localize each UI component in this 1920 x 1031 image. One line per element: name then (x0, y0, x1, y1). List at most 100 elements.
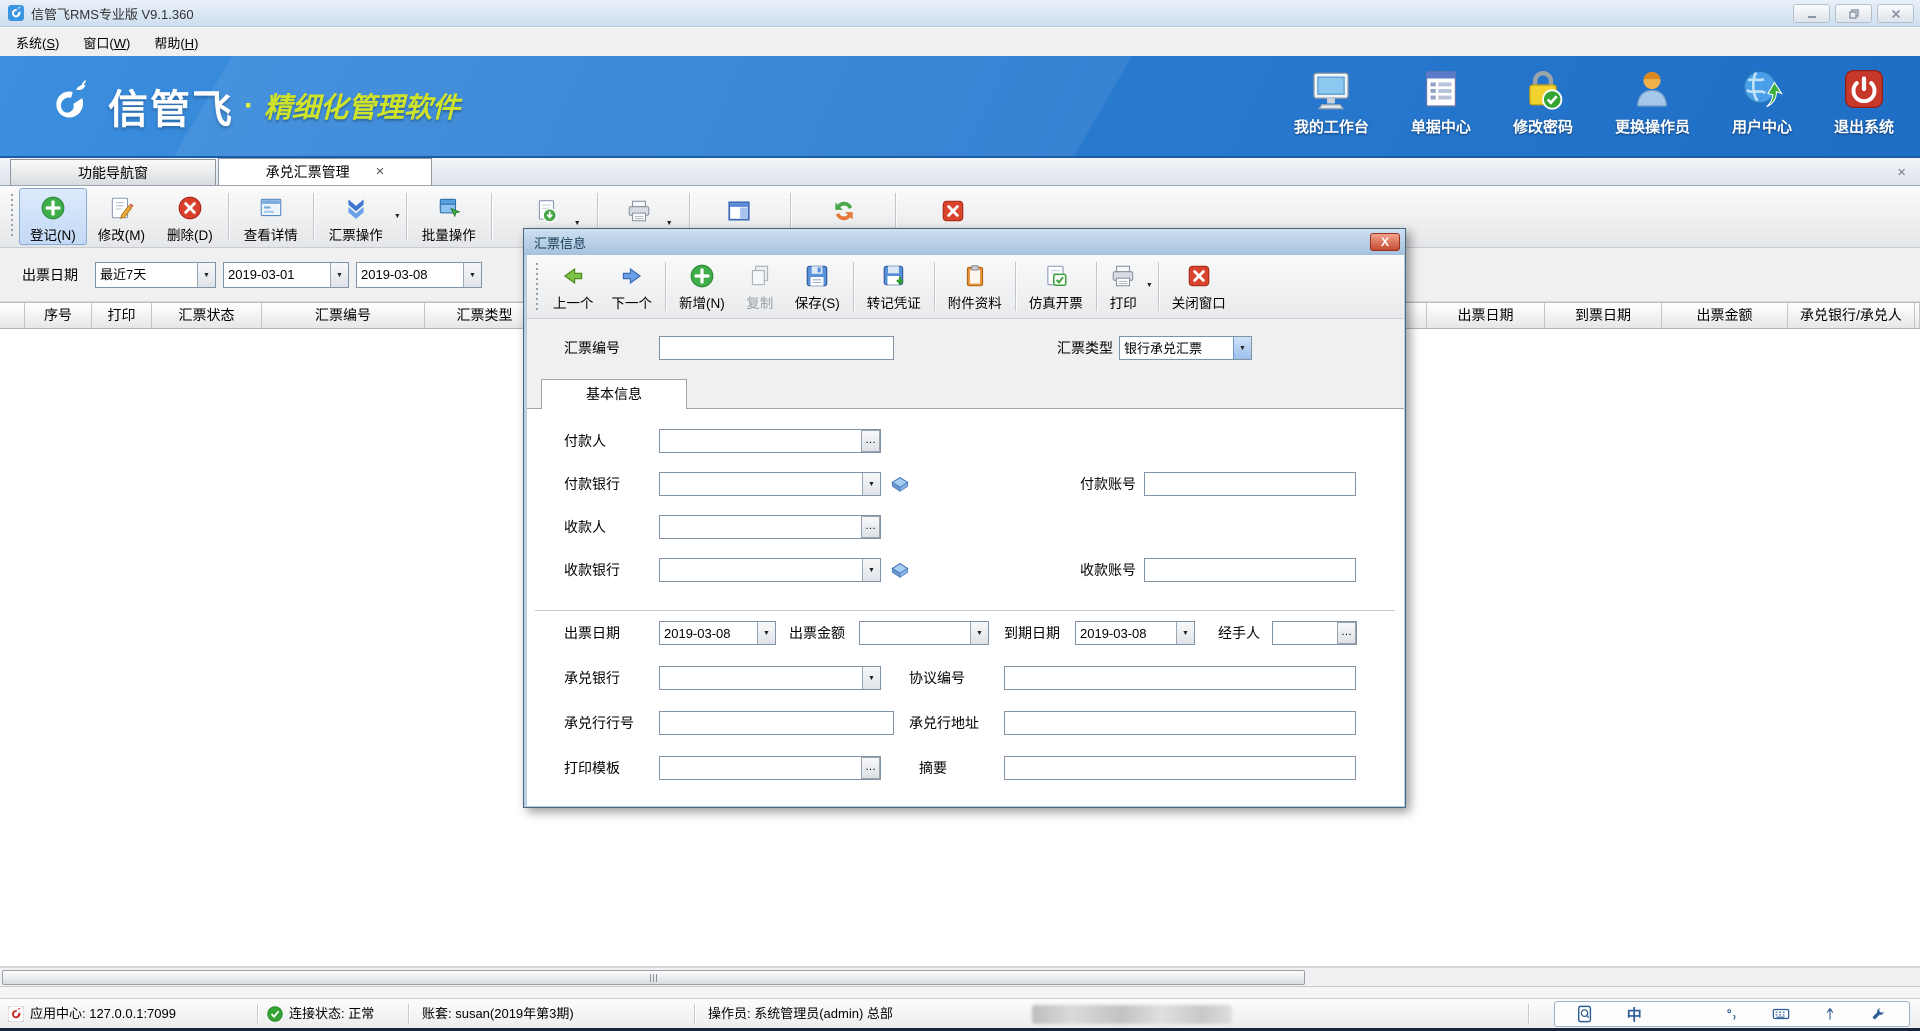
payer-account-input[interactable] (1144, 472, 1356, 496)
tab-nav-window[interactable]: 功能导航窗 (10, 159, 216, 185)
ime-moon-icon[interactable] (1672, 1003, 1694, 1025)
payee-bank-book-icon[interactable] (889, 558, 913, 582)
register-button[interactable]: 登记(N) (19, 188, 87, 245)
payer-input[interactable] (659, 429, 881, 453)
power-icon (1843, 68, 1885, 110)
user-center-button[interactable]: 用户中心 (1732, 68, 1792, 137)
menu-window[interactable]: 窗口(W) (71, 29, 142, 56)
dialog-titlebar[interactable]: 汇票信息 X (524, 229, 1405, 255)
due-date-combo[interactable]: 2019-03-08 ▼ (1075, 621, 1195, 645)
bill-no-input[interactable] (659, 336, 894, 360)
payee-bank-combo[interactable]: ▼ (659, 558, 881, 582)
payer-bank-book-icon[interactable] (889, 472, 913, 496)
ime-punctuation-icon[interactable] (1721, 1003, 1743, 1025)
grid-header-status[interactable]: 汇票状态 (152, 303, 262, 328)
tabstrip-close-icon[interactable]: × (1897, 164, 1906, 181)
grid-header-acceptbank[interactable]: 承兑银行/承兑人 (1788, 303, 1915, 328)
document-list-icon (1420, 68, 1462, 110)
accept-bank-combo[interactable]: ▼ (659, 666, 881, 690)
date-preset-combo[interactable]: 最近7天 ▼ (95, 262, 216, 288)
dropdown-arrow-icon[interactable]: ▼ (970, 622, 988, 644)
brand-name: 信管飞 (108, 77, 234, 135)
post-voucher-button[interactable]: 转记凭证 (858, 257, 930, 316)
previous-button[interactable]: 上一个 (544, 257, 603, 316)
tab-acceptance-bill[interactable]: 承兑汇票管理 × (218, 158, 432, 185)
dropdown-arrow-icon[interactable]: ▼ (862, 559, 880, 581)
grid-header-seq[interactable]: 序号 (25, 303, 92, 328)
grid-header-arrivedate[interactable]: 到票日期 (1545, 303, 1662, 328)
floppy-arrow-icon (881, 263, 907, 289)
view-details-button[interactable]: 查看详情 (233, 188, 309, 245)
dialog-toolbar-grip[interactable] (534, 263, 539, 310)
ime-mode-indicator[interactable]: 中 (1623, 1003, 1645, 1025)
exit-system-button[interactable]: 退出系统 (1834, 68, 1894, 137)
tab-basic-info[interactable]: 基本信息 (541, 379, 687, 409)
tab-close-icon[interactable]: × (376, 167, 385, 177)
dropdown-arrow-icon[interactable]: ▼ (1233, 337, 1251, 359)
batch-operations-button[interactable]: 批量操作 (411, 188, 487, 245)
close-window-button[interactable]: 关闭窗口 (1163, 257, 1235, 316)
switch-operator-button[interactable]: 更换操作员 (1615, 68, 1690, 137)
date-from-combo[interactable]: 2019-03-01 ▼ (223, 262, 349, 288)
menu-help[interactable]: 帮助(H) (142, 29, 210, 56)
summary-input[interactable] (1004, 756, 1356, 780)
close-button[interactable] (1877, 4, 1914, 23)
print-template-lookup-button[interactable]: … (861, 757, 880, 779)
dialog-close-button[interactable]: X (1370, 233, 1400, 251)
bill-operations-caret-icon[interactable]: ▼ (394, 213, 401, 220)
ime-logo-icon[interactable] (1574, 1003, 1596, 1025)
dropdown-arrow-icon[interactable]: ▼ (862, 473, 880, 495)
attachments-button[interactable]: 附件资料 (939, 257, 1011, 316)
issue-date-combo[interactable]: 2019-03-08 ▼ (659, 621, 776, 645)
document-check-icon (1043, 263, 1069, 289)
payee-account-input[interactable] (1144, 558, 1356, 582)
ime-symbols-icon[interactable] (1819, 1003, 1841, 1025)
print-template-input[interactable] (659, 756, 881, 780)
menu-system[interactable]: 系统(S) (4, 29, 71, 56)
accept-bank-addr-input[interactable] (1004, 711, 1356, 735)
grid-header-print[interactable]: 打印 (92, 303, 152, 328)
restore-button[interactable] (1835, 4, 1872, 23)
dropdown-arrow-icon[interactable]: ▼ (862, 667, 880, 689)
scrollbar-thumb[interactable] (2, 970, 1305, 985)
bill-operations-button[interactable]: 汇票操作 ▼ (318, 188, 402, 245)
accept-bank-no-input[interactable] (659, 711, 894, 735)
bill-type-label: 汇票类型 (1057, 336, 1113, 360)
new-button[interactable]: 新增(N) (670, 257, 734, 316)
change-password-button[interactable]: 修改密码 (1513, 68, 1573, 137)
grid-header-amount[interactable]: 出票金额 (1662, 303, 1788, 328)
horizontal-scrollbar[interactable] (0, 967, 1920, 987)
simulate-invoice-button[interactable]: 仿真开票 (1020, 257, 1092, 316)
grid-header-billno[interactable]: 汇票编号 (262, 303, 425, 328)
date-to-combo[interactable]: 2019-03-08 ▼ (356, 262, 482, 288)
toolbar-grip[interactable] (9, 194, 14, 239)
dropdown-arrow-icon[interactable]: ▼ (330, 263, 348, 287)
dropdown-arrow-icon[interactable]: ▼ (757, 622, 775, 644)
dialog-print-caret-icon[interactable]: ▼ (1146, 282, 1153, 289)
modify-button[interactable]: 修改(M) (87, 188, 156, 245)
minimize-button[interactable] (1793, 4, 1830, 23)
handler-lookup-button[interactable]: … (1337, 622, 1356, 644)
payee-input[interactable] (659, 515, 881, 539)
payer-bank-combo[interactable]: ▼ (659, 472, 881, 496)
dropdown-arrow-icon[interactable]: ▼ (463, 263, 481, 287)
next-button[interactable]: 下一个 (603, 257, 662, 316)
ime-keyboard-icon[interactable] (1770, 1003, 1792, 1025)
print-caret-icon[interactable]: ▼ (666, 206, 673, 227)
payer-lookup-button[interactable]: … (861, 430, 880, 452)
agreement-no-input[interactable] (1004, 666, 1356, 690)
dropdown-arrow-icon[interactable]: ▼ (1176, 622, 1194, 644)
payer-bank-label: 付款银行 (564, 472, 620, 496)
bill-type-combo[interactable]: 银行承兑汇票 ▼ (1119, 336, 1252, 360)
payee-lookup-button[interactable]: … (861, 516, 880, 538)
workbench-button[interactable]: 我的工作台 (1294, 68, 1369, 137)
amount-combo[interactable]: ▼ (859, 621, 989, 645)
dialog-print-button[interactable]: 打印 ▼ (1101, 257, 1154, 316)
ime-settings-wrench-icon[interactable] (1867, 1003, 1889, 1025)
dropdown-arrow-icon[interactable]: ▼ (197, 263, 215, 287)
grid-header-issuedate[interactable]: 出票日期 (1427, 303, 1545, 328)
export-caret-icon[interactable]: ▼ (574, 206, 581, 227)
delete-button[interactable]: 删除(D) (156, 188, 224, 245)
document-center-button[interactable]: 单据中心 (1411, 68, 1471, 137)
save-button[interactable]: 保存(S) (786, 257, 849, 316)
